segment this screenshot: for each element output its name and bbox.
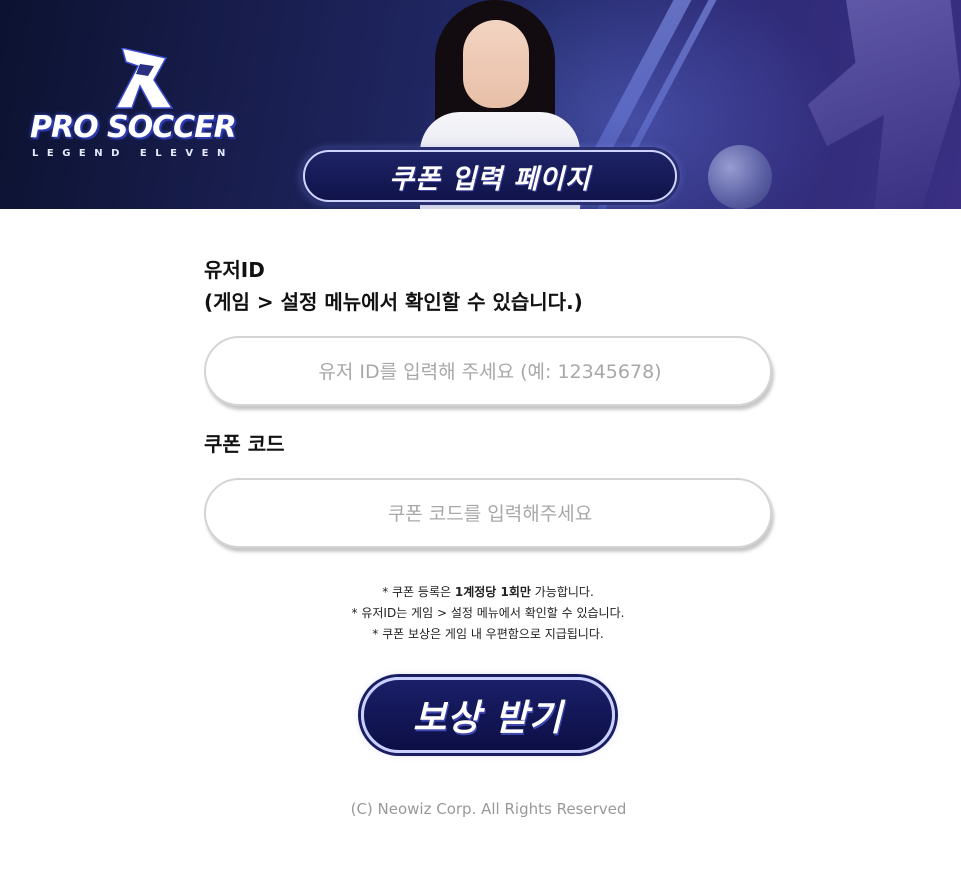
page-title-badge: 쿠폰 입력 페이지 — [303, 150, 677, 202]
coupon-code-field-wrapper — [204, 478, 774, 548]
user-id-label-hint: (게임 > 설정 메뉴에서 확인할 수 있습니다.) — [204, 290, 583, 314]
header-banner: PRO SOCCER LEGEND ELEVEN 쿠폰 입력 페이지 — [0, 0, 961, 209]
coupon-notes: * 쿠폰 등록은 1계정당 1회만 가능합니다. * 유저ID는 게임 > 설정… — [204, 582, 772, 645]
user-id-field-wrapper — [204, 336, 774, 406]
user-id-label: 유저ID (게임 > 설정 메뉴에서 확인할 수 있습니다.) — [204, 254, 774, 318]
note-text: * 쿠폰 등록은 — [382, 585, 455, 599]
logo-r-icon — [114, 48, 174, 109]
claim-reward-button[interactable]: 보상 받기 — [361, 677, 615, 753]
logo-title: PRO SOCCER — [30, 110, 237, 145]
copyright-footer: (C) Neowiz Corp. All Rights Reserved — [350, 800, 627, 818]
coupon-page: PRO SOCCER LEGEND ELEVEN 쿠폰 입력 페이지 유저ID … — [0, 0, 961, 880]
soccer-ball-image — [708, 145, 772, 209]
model-face — [463, 20, 529, 108]
game-logo: PRO SOCCER LEGEND ELEVEN — [30, 48, 270, 168]
note-text: 가능합니다. — [530, 585, 594, 599]
page-title: 쿠폰 입력 페이지 — [389, 163, 591, 195]
coupon-code-label: 쿠폰 코드 — [204, 432, 285, 456]
user-id-label-title: 유저ID — [204, 258, 265, 282]
note-emphasis: 1계정당 1회만 — [454, 585, 531, 599]
note-item: * 쿠폰 등록은 1계정당 1회만 가능합니다. — [204, 582, 772, 603]
logo-subtitle: LEGEND ELEVEN — [32, 148, 234, 159]
claim-reward-label: 보상 받기 — [412, 698, 563, 739]
coupon-code-input[interactable] — [206, 480, 774, 548]
user-id-input[interactable] — [206, 338, 774, 406]
coupon-form: 유저ID (게임 > 설정 메뉴에서 확인할 수 있습니다.) 쿠폰 코드 — [204, 254, 774, 548]
note-item: * 쿠폰 보상은 게임 내 우편함으로 지급됩니다. — [372, 627, 604, 641]
note-item: * 유저ID는 게임 > 설정 메뉴에서 확인할 수 있습니다. — [351, 606, 625, 620]
